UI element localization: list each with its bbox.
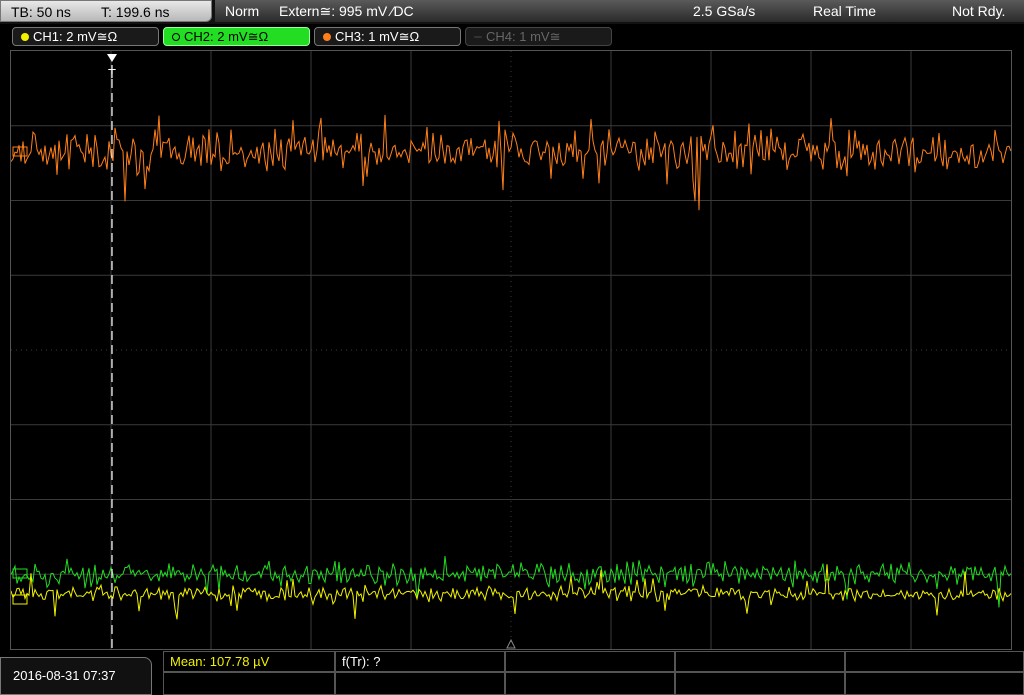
bottom-bar: 2016-08-31 07:37 Mean: 107.78 µV f(Tr): … xyxy=(0,651,1024,695)
waveform-canvas: T xyxy=(11,51,1011,649)
channel-2-button[interactable]: CH2: 2 mV≅Ω xyxy=(163,27,310,46)
acquisition-status-strip: Norm Extern≅: 995 mV ⁄DC 2.5 GSa/s Real … xyxy=(215,0,1024,22)
trigger-arrow-icon[interactable] xyxy=(107,54,117,62)
top-status-bar: TB: 50 ns T: 199.6 ns Norm Extern≅: 995 … xyxy=(0,0,1024,24)
waveform-display[interactable]: T xyxy=(10,50,1012,650)
trigger-mode[interactable]: Norm xyxy=(225,0,259,22)
acquisition-state: Not Rdy. xyxy=(952,3,1006,19)
measurement-slot-10[interactable] xyxy=(845,672,1024,695)
channel-4-dash-icon xyxy=(474,36,482,38)
channel-1-button[interactable]: CH1: 2 mV≅Ω xyxy=(12,27,159,46)
frequency-measurement[interactable]: f(Tr): ? xyxy=(335,651,505,672)
measurement-slot-6[interactable] xyxy=(163,672,335,695)
channel-4-button[interactable]: CH4: 1 mV≅ xyxy=(465,27,612,46)
measurement-slot-4[interactable] xyxy=(675,651,845,672)
graticule xyxy=(11,51,1011,649)
measurement-slot-8[interactable] xyxy=(505,672,675,695)
trigger-time-label: T: 199.6 ns xyxy=(101,4,170,20)
measurement-slot-3[interactable] xyxy=(505,651,675,672)
channel-1-label: CH1: 2 mV≅Ω xyxy=(33,29,118,44)
measurement-slot-5[interactable] xyxy=(845,651,1024,672)
channel-3-button[interactable]: CH3: 1 mV≅Ω xyxy=(314,27,461,46)
channel-1-dot-icon xyxy=(21,33,29,41)
timebase-box[interactable]: TB: 50 ns T: 199.6 ns xyxy=(0,0,212,22)
sample-rate[interactable]: 2.5 GSa/s xyxy=(693,0,755,22)
trigger-marker-label: T xyxy=(108,66,116,81)
measurement-table: Mean: 107.78 µV f(Tr): ? xyxy=(163,651,1024,695)
channel-4-label: CH4: 1 mV≅ xyxy=(486,29,561,44)
channel-3-trace xyxy=(11,114,1011,211)
measurement-slot-9[interactable] xyxy=(675,672,845,695)
timebase-label: TB: 50 ns xyxy=(11,4,71,20)
channel-bar: CH1: 2 mV≅Ω CH2: 2 mV≅Ω CH3: 1 mV≅Ω CH4:… xyxy=(0,24,1024,50)
datetime-box: 2016-08-31 07:37 xyxy=(0,657,152,695)
measurement-slot-7[interactable] xyxy=(335,672,505,695)
mean-measurement[interactable]: Mean: 107.78 µV xyxy=(163,651,335,672)
channel-2-label: CH2: 2 mV≅Ω xyxy=(184,29,269,44)
acquisition-mode[interactable]: Real Time xyxy=(813,0,876,22)
channel-2-dot-icon xyxy=(172,33,180,41)
channel-3-label: CH3: 1 mV≅Ω xyxy=(335,29,420,44)
trigger-source[interactable]: Extern≅: 995 mV ⁄DC xyxy=(279,0,414,22)
channel-3-dot-icon xyxy=(323,33,331,41)
